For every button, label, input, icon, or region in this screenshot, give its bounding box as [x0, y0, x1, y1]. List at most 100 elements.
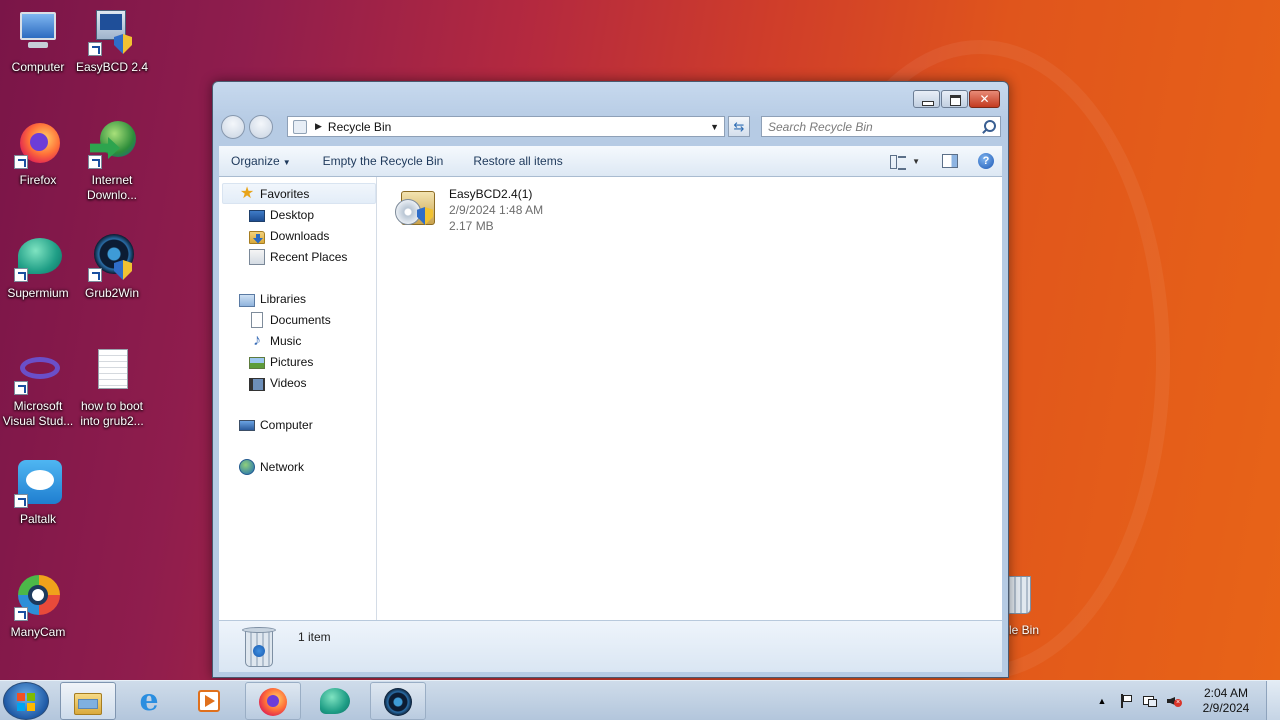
firefox-icon [14, 121, 62, 169]
pictures-icon [249, 357, 265, 369]
manycam-icon [14, 573, 62, 621]
file-date: 2/9/2024 1:48 AM [449, 203, 544, 217]
nav-desktop-label: Desktop [270, 208, 315, 222]
desktop-icon-text-file[interactable]: how to boot into grub2... [74, 347, 150, 429]
nav-recent-label: Recent Places [270, 250, 348, 264]
desktop-icon-supermium[interactable]: Supermium [0, 234, 76, 301]
downloads-icon [249, 230, 265, 244]
file-size: 2.17 MB [449, 219, 494, 233]
empty-recycle-bin-button[interactable]: Empty the Recycle Bin [311, 154, 456, 168]
desktop-icon-manycam[interactable]: ManyCam [0, 573, 76, 640]
recent-places-icon [249, 249, 265, 265]
views-dropdown-icon[interactable]: ▼ [912, 157, 920, 166]
recycle-bin-small-icon [293, 119, 307, 134]
explorer-window: ▶ Recycle Bin ▼ ⇆ Search Recycle Bin Org… [212, 81, 1009, 678]
preview-pane-icon[interactable] [942, 154, 958, 168]
nav-desktop[interactable]: Desktop [249, 205, 314, 225]
nav-documents[interactable]: Documents [249, 310, 331, 330]
nav-computer[interactable]: Computer [239, 415, 313, 435]
window-controls [913, 90, 1000, 108]
taskbar-explorer[interactable] [60, 682, 116, 720]
nav-favorites-label: Favorites [260, 187, 310, 201]
desktop-icon [249, 210, 265, 222]
music-icon: ♪ [253, 332, 261, 349]
desktop-icon-computer[interactable]: Computer [0, 8, 76, 75]
network-icon [239, 459, 255, 475]
address-bar[interactable]: ▶ Recycle Bin ▼ [287, 116, 725, 137]
desktop-icon-internet-download-manager[interactable]: Internet Downlo... [74, 121, 150, 203]
text-file-icon [88, 347, 136, 395]
show-desktop-button[interactable] [1266, 681, 1280, 720]
close-button[interactable] [969, 90, 1000, 108]
forward-button[interactable] [249, 115, 273, 139]
volume-muted-icon[interactable]: × [1166, 693, 1182, 709]
details-pane: 1 item [219, 620, 1002, 672]
installer-package-icon [395, 183, 443, 231]
restore-all-button[interactable]: Restore all items [461, 154, 574, 168]
desktop-icon-paltalk[interactable]: Paltalk [0, 460, 76, 527]
explorer-icon [73, 687, 103, 717]
nav-recent-places[interactable]: Recent Places [249, 247, 347, 267]
taskbar-internet-explorer[interactable]: e [122, 682, 178, 720]
grub2win-icon [383, 687, 413, 717]
clock-date: 2/9/2024 [1202, 701, 1250, 715]
network-icon[interactable] [1142, 693, 1158, 709]
taskbar: e ▲ × 2:04 AM 2/9/2024 [0, 680, 1280, 720]
nav-libraries-label: Libraries [260, 292, 307, 306]
nav-favorites[interactable]: ★ Favorites [239, 184, 310, 204]
libraries-icon [239, 293, 255, 307]
system-clock[interactable]: 2:04 AM 2/9/2024 [1192, 686, 1260, 716]
nav-pictures-label: Pictures [270, 355, 314, 369]
search-icon[interactable] [980, 119, 996, 135]
taskbar-supermium[interactable] [308, 682, 364, 720]
start-button[interactable] [3, 682, 49, 720]
nav-computer-label: Computer [260, 418, 313, 432]
help-icon[interactable]: ? [978, 153, 994, 169]
show-hidden-icons-icon[interactable]: ▲ [1094, 693, 1110, 709]
action-center-flag-icon[interactable] [1118, 693, 1134, 709]
navigation-bar: ▶ Recycle Bin ▼ ⇆ Search Recycle Bin [221, 114, 1001, 139]
breadcrumb[interactable]: Recycle Bin [328, 120, 710, 134]
item-count: 1 item [298, 630, 331, 644]
nav-videos[interactable]: Videos [249, 373, 306, 393]
minimize-button[interactable] [913, 90, 940, 108]
easybcd-icon [88, 8, 136, 56]
list-item[interactable]: EasyBCD2.4(1) 2/9/2024 1:48 AM 2.17 MB [395, 183, 585, 237]
nav-videos-label: Videos [270, 376, 307, 390]
nav-pictures[interactable]: Pictures [249, 352, 313, 372]
change-view-icon[interactable] [890, 154, 907, 170]
address-dropdown-icon[interactable]: ▼ [710, 122, 719, 132]
maximize-button[interactable] [941, 90, 968, 108]
nav-music-label: Music [270, 334, 302, 348]
desktop-icon-grub2win[interactable]: Grub2Win [74, 234, 150, 301]
organize-label: Organize [231, 154, 280, 168]
desktop-icon-easybcd[interactable]: EasyBCD 2.4 [74, 8, 150, 75]
nav-downloads[interactable]: Downloads [249, 226, 329, 246]
taskbar-media-player[interactable] [182, 682, 238, 720]
chevron-down-icon: ▼ [282, 158, 291, 167]
windows-logo-icon [17, 693, 35, 711]
supermium-icon [14, 234, 62, 282]
recycle-bin-icon [242, 627, 276, 669]
visual-studio-icon [14, 347, 62, 395]
file-name: EasyBCD2.4(1) [449, 187, 533, 201]
taskbar-grub2win[interactable] [370, 682, 426, 720]
desktop-icon-visual-studio[interactable]: Microsoft Visual Stud... [0, 347, 76, 429]
breadcrumb-chevron-icon[interactable]: ▶ [315, 121, 322, 132]
nav-libraries[interactable]: Libraries [239, 289, 306, 309]
taskbar-firefox[interactable] [245, 682, 301, 720]
nav-network[interactable]: Network [239, 457, 304, 477]
back-button[interactable] [221, 115, 245, 139]
search-input[interactable]: Search Recycle Bin [761, 116, 1001, 137]
star-icon: ★ [239, 185, 255, 202]
internet-explorer-icon: e [139, 683, 159, 718]
search-placeholder: Search Recycle Bin [768, 119, 873, 134]
internet-download-manager-icon [88, 121, 136, 169]
content-area: ★ Favorites Desktop Downloads Recent Pla… [219, 177, 1002, 620]
refresh-button[interactable]: ⇆ [728, 116, 750, 137]
nav-music[interactable]: ♪ Music [249, 331, 301, 351]
organize-button[interactable]: Organize ▼ [219, 154, 303, 168]
desktop-icon-firefox[interactable]: Firefox [0, 121, 76, 188]
nav-documents-label: Documents [270, 313, 331, 327]
media-player-icon [194, 686, 224, 716]
